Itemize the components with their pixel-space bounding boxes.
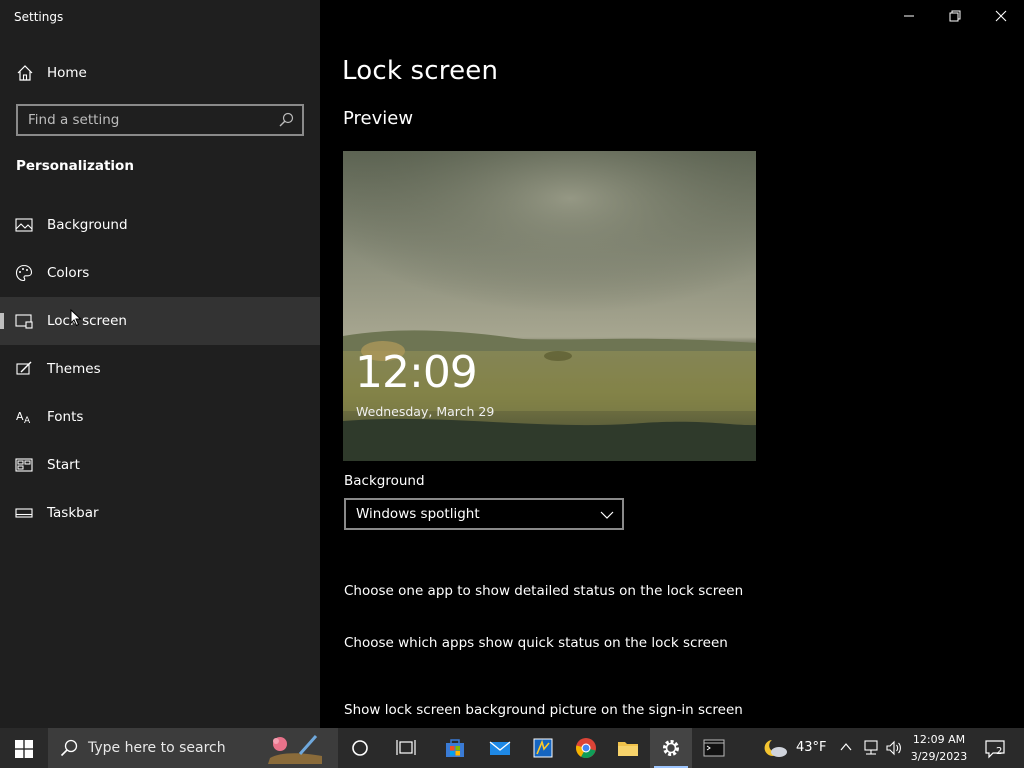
taskbar-terminal[interactable] [693, 728, 735, 768]
cortana-icon [352, 740, 368, 756]
network-icon[interactable] [862, 740, 880, 756]
clock-time: 12:09 AM [912, 733, 966, 746]
home-icon [17, 65, 33, 81]
lock-screen-preview: 12:09 Wednesday, March 29 [343, 151, 756, 461]
volume-icon[interactable] [885, 740, 903, 756]
app-icon [533, 738, 553, 758]
home-label: Home [47, 65, 87, 81]
settings-icon [663, 740, 679, 756]
personalization-nav: Background Colors Lock screen Themes A A… [0, 201, 320, 537]
task-view-icon [396, 740, 416, 755]
minimize-button[interactable] [886, 0, 932, 32]
page-title: Lock screen [342, 56, 499, 86]
settings-search-box[interactable] [16, 104, 304, 136]
file-explorer-icon [618, 742, 638, 756]
sidebar-item-label: Start [47, 457, 80, 473]
notification-icon [985, 740, 1005, 759]
notification-center-button[interactable]: 2 [978, 728, 1018, 768]
sidebar-item-colors[interactable]: Colors [0, 249, 320, 297]
sidebar-item-start[interactable]: Start [0, 441, 320, 489]
section-title: Personalization [16, 158, 134, 174]
svg-text:A: A [16, 410, 24, 423]
close-icon [995, 10, 1007, 22]
notification-count: 2 [996, 746, 1003, 757]
sidebar-item-themes[interactable]: Themes [0, 345, 320, 393]
windows-logo-icon [15, 740, 33, 758]
minimize-icon [904, 15, 914, 17]
chrome-icon [576, 738, 596, 758]
sidebar-item-label: Background [47, 217, 128, 233]
taskbar-app[interactable] [522, 728, 564, 768]
taskbar: Type here to search 43°F 12:09 AM 3/29/2… [0, 728, 1024, 768]
search-icon [60, 739, 78, 757]
taskbar-settings[interactable] [650, 728, 692, 768]
palette-icon [15, 264, 33, 282]
sidebar-item-label: Taskbar [47, 505, 99, 521]
taskbar-chrome[interactable] [565, 728, 607, 768]
app-title: Settings [14, 10, 64, 24]
weather-temperature[interactable]: 43°F [796, 740, 827, 755]
mail-icon [489, 741, 511, 755]
picture-icon [15, 218, 33, 232]
weather-icon[interactable] [762, 737, 788, 759]
taskbar-search-box[interactable]: Type here to search [48, 728, 338, 768]
quick-status-link[interactable]: Choose which apps show quick status on t… [344, 635, 728, 651]
taskbar-cortana[interactable] [339, 728, 381, 768]
close-button[interactable] [978, 0, 1024, 32]
store-icon [446, 739, 464, 757]
settings-search-input[interactable] [28, 111, 268, 129]
chevron-down-icon [600, 511, 614, 519]
start-button[interactable] [0, 728, 48, 768]
sidebar-item-fonts[interactable]: A A Fonts [0, 393, 320, 441]
sidebar-item-label: Colors [47, 265, 90, 281]
restore-button[interactable] [932, 0, 978, 32]
lock-screen-icon [15, 314, 33, 329]
taskbar-store[interactable] [434, 728, 476, 768]
sidebar-item-background[interactable]: Background [0, 201, 320, 249]
background-dropdown-value: Windows spotlight [356, 506, 480, 522]
search-icon[interactable] [278, 112, 294, 128]
search-highlight-icon [268, 735, 322, 764]
background-label: Background [344, 473, 425, 489]
taskbar-search-placeholder: Type here to search [88, 740, 226, 756]
sidebar-item-lock-screen[interactable]: Lock screen [0, 297, 320, 345]
sidebar: Settings Home Personalization Background [0, 0, 320, 728]
home-nav-item[interactable]: Home [0, 56, 320, 90]
font-icon: A A [16, 410, 31, 426]
brush-icon [16, 361, 32, 375]
restore-icon [949, 10, 961, 22]
taskbar-clock[interactable]: 12:09 AM 3/29/2023 [908, 731, 970, 765]
sidebar-item-label: Lock screen [47, 313, 127, 329]
preview-time: 12:09 [355, 347, 478, 398]
clock-date: 3/29/2023 [910, 750, 968, 763]
taskbar-icon [15, 508, 33, 518]
mouse-cursor-icon [70, 309, 82, 327]
background-dropdown[interactable]: Windows spotlight [344, 498, 624, 530]
svg-text:A: A [24, 416, 31, 426]
preview-date: Wednesday, March 29 [356, 404, 495, 419]
sidebar-item-taskbar[interactable]: Taskbar [0, 489, 320, 537]
sidebar-item-label: Fonts [47, 409, 84, 425]
terminal-icon [703, 739, 725, 757]
chevron-up-icon[interactable] [840, 742, 852, 752]
start-icon [15, 458, 33, 472]
preview-heading: Preview [343, 108, 414, 129]
sidebar-item-label: Themes [47, 361, 101, 377]
taskbar-file-explorer[interactable] [607, 728, 649, 768]
detailed-status-link[interactable]: Choose one app to show detailed status o… [344, 583, 743, 599]
taskbar-task-view[interactable] [385, 728, 427, 768]
signin-background-setting: Show lock screen background picture on t… [344, 702, 743, 718]
taskbar-mail[interactable] [479, 728, 521, 768]
